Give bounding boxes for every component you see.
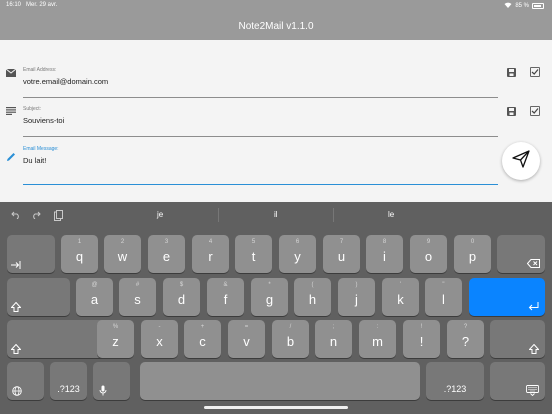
return-key[interactable] <box>469 278 545 316</box>
key-b[interactable]: / b <box>272 320 309 358</box>
shift-key-left-2[interactable] <box>7 320 107 358</box>
status-date: Mer. 29 avr. <box>26 2 58 8</box>
email-row: Email Address: votre.email@domain.com <box>0 60 552 100</box>
key-h[interactable]: (h <box>294 278 331 316</box>
globe-icon <box>12 386 22 396</box>
email-field[interactable]: Email Address: votre.email@domain.com <box>23 60 498 98</box>
prediction-separator <box>218 208 219 222</box>
battery-percent: 85 % <box>515 3 529 9</box>
app-title: Note2Mail v1.1.0 <box>238 20 314 32</box>
key-l[interactable]: " l <box>425 278 462 316</box>
key-n[interactable]: ; n <box>315 320 352 358</box>
prediction-separator <box>333 208 334 222</box>
message-field-label: Email Message: <box>23 146 59 152</box>
key-t[interactable]: 5t <box>235 235 272 273</box>
status-time: 16:10 <box>6 2 22 8</box>
key-i[interactable]: 8i <box>366 235 403 273</box>
paste-icon[interactable] <box>52 209 64 221</box>
home-indicator[interactable] <box>204 406 348 409</box>
redo-icon[interactable] <box>30 209 42 221</box>
subject-row: Subject: Souviens-toi <box>0 99 552 139</box>
shift-key-left[interactable] <box>7 278 70 316</box>
paper-plane-icon <box>512 149 530 173</box>
dictation-key[interactable] <box>93 362 130 400</box>
key-j[interactable]: ) j <box>338 278 375 316</box>
key-z[interactable]: % z <box>97 320 134 358</box>
shift-key-right[interactable] <box>490 320 545 358</box>
return-icon <box>528 302 539 311</box>
email-form: Email Address: votre.email@domain.com Su… <box>0 40 552 202</box>
tab-icon <box>11 261 21 269</box>
message-field-value[interactable]: Du lait! <box>23 156 46 165</box>
message-field[interactable]: Email Message: Du lait! <box>23 139 498 185</box>
subject-lines-icon <box>5 105 17 117</box>
dismiss-keyboard-key[interactable] <box>490 362 545 400</box>
email-checkbox[interactable] <box>530 67 540 77</box>
key-c[interactable]: + c <box>184 320 221 358</box>
microphone-icon <box>99 385 107 396</box>
key-k[interactable]: ' k <box>382 278 419 316</box>
key-m[interactable]: :m <box>359 320 396 358</box>
status-bar: 16:10 Mer. 29 avr. 85 % <box>0 0 552 12</box>
subject-field-label: Subject: <box>23 106 42 112</box>
subject-checkbox[interactable] <box>530 106 540 116</box>
message-row: Email Message: Du lait! <box>0 139 552 185</box>
shift-icon <box>11 344 21 354</box>
space-bar[interactable] <box>140 362 420 400</box>
key-v[interactable]: = v <box>228 320 265 358</box>
shift-icon <box>11 302 21 312</box>
key-r[interactable]: 4r <box>192 235 229 273</box>
key-y[interactable]: 6y <box>279 235 316 273</box>
key-a[interactable]: @ a <box>76 278 113 316</box>
key-f[interactable]: & f <box>207 278 244 316</box>
numbers-key-left[interactable]: .?123 <box>50 362 87 400</box>
save-subject-button[interactable] <box>506 106 516 116</box>
send-button[interactable] <box>502 142 540 180</box>
tab-key[interactable] <box>7 235 55 273</box>
key-u[interactable]: 7u <box>323 235 360 273</box>
undo-icon[interactable] <box>10 209 22 221</box>
pencil-icon <box>5 151 17 163</box>
subject-field-value[interactable]: Souviens-toi <box>23 116 64 125</box>
key-s[interactable]: # s <box>119 278 156 316</box>
backspace-key[interactable] <box>497 235 545 273</box>
status-right: 85 % <box>504 2 544 10</box>
prediction-2[interactable]: il <box>274 210 278 219</box>
prediction-1[interactable]: je <box>157 210 163 219</box>
prediction-bar: je il le <box>0 202 552 229</box>
globe-key[interactable] <box>7 362 44 400</box>
app-title-bar: Note2Mail v1.1.0 <box>0 12 552 40</box>
subject-field[interactable]: Subject: Souviens-toi <box>23 99 498 137</box>
prediction-3[interactable]: le <box>388 210 394 219</box>
backspace-icon <box>527 259 540 268</box>
key-question[interactable]: ?? <box>447 320 484 358</box>
key-e[interactable]: 3e <box>148 235 185 273</box>
wifi-icon <box>504 2 512 10</box>
numbers-key-right[interactable]: .?123 <box>426 362 484 400</box>
key-g[interactable]: * g <box>251 278 288 316</box>
email-field-label: Email Address: <box>23 67 57 73</box>
key-exclamation[interactable]: !! <box>403 320 440 358</box>
envelope-icon <box>5 67 17 79</box>
key-x[interactable]: -x <box>141 320 178 358</box>
email-field-value[interactable]: votre.email@domain.com <box>23 77 108 86</box>
keyboard: je il le 1q 2w 3e 4r 5t 6y 7u 8i 9o 0p @… <box>0 202 552 414</box>
battery-icon <box>532 3 544 9</box>
key-o[interactable]: 9o <box>410 235 447 273</box>
keyboard-dismiss-icon <box>526 385 539 396</box>
key-p[interactable]: 0p <box>454 235 491 273</box>
save-email-button[interactable] <box>506 67 516 77</box>
key-d[interactable]: $ d <box>163 278 200 316</box>
key-w[interactable]: 2w <box>104 235 141 273</box>
key-q[interactable]: 1q <box>61 235 98 273</box>
shift-icon <box>529 344 539 354</box>
